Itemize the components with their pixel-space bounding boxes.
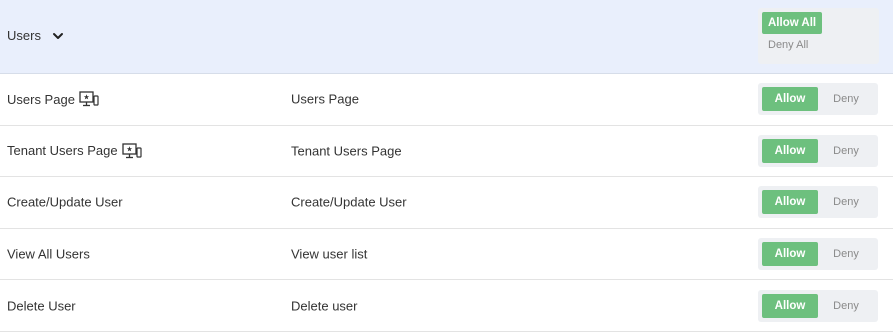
permission-toggle: Allow Deny bbox=[758, 83, 878, 116]
group-title: Users bbox=[7, 28, 41, 43]
deny-button[interactable]: Deny bbox=[818, 242, 874, 266]
allow-button[interactable]: Allow bbox=[762, 293, 818, 318]
allow-button[interactable]: Allow bbox=[762, 190, 818, 215]
permission-toggle: Allow Deny bbox=[758, 238, 878, 271]
permission-row: Tenant Users Page Tenant Users Page Allo… bbox=[0, 126, 893, 178]
group-toggle-collapse[interactable]: Users bbox=[7, 28, 65, 43]
page-permission-icon bbox=[79, 91, 99, 107]
permission-name: Delete User bbox=[7, 298, 76, 313]
permission-description: Tenant Users Page bbox=[291, 143, 402, 159]
allow-button[interactable]: Allow bbox=[762, 87, 818, 112]
group-permission-toggle: Allow All Deny All bbox=[758, 8, 879, 64]
permission-row: Create/Update User Create/Update User Al… bbox=[0, 177, 893, 229]
permission-description: Users Page bbox=[291, 91, 359, 107]
permission-name-label: Delete User bbox=[7, 298, 76, 314]
permission-row: View All Users View user list Allow Deny bbox=[0, 229, 893, 281]
permission-name: View All Users bbox=[7, 247, 90, 262]
permission-row: Delete User Delete user Allow Deny bbox=[0, 280, 893, 332]
permission-name: Users Page bbox=[7, 91, 99, 107]
group-header-users: Users Allow All Deny All bbox=[0, 0, 893, 74]
page-permission-icon bbox=[121, 143, 142, 159]
permission-toggle: Allow Deny bbox=[758, 134, 878, 167]
chevron-down-icon bbox=[52, 32, 63, 39]
deny-all-button[interactable]: Deny All bbox=[768, 39, 875, 51]
permission-name-label: Users Page bbox=[7, 91, 75, 107]
permission-description: Create/Update User bbox=[291, 194, 407, 210]
permission-name: Tenant Users Page bbox=[7, 143, 142, 159]
permission-description: Delete user bbox=[291, 298, 358, 314]
permission-toggle: Allow Deny bbox=[758, 186, 878, 219]
deny-button[interactable]: Deny bbox=[818, 190, 874, 214]
permission-description: View user list bbox=[291, 246, 368, 262]
deny-button[interactable]: Deny bbox=[818, 139, 874, 163]
allow-button[interactable]: Allow bbox=[762, 242, 818, 267]
permission-name: Create/Update User bbox=[7, 195, 123, 210]
permission-row: Users Page Users Page Allow Deny bbox=[0, 74, 893, 126]
allow-all-button[interactable]: Allow All bbox=[762, 12, 823, 34]
permission-name-label: Tenant Users Page bbox=[7, 143, 118, 159]
allow-button[interactable]: Allow bbox=[762, 138, 818, 163]
permission-toggle: Allow Deny bbox=[758, 289, 878, 322]
deny-button[interactable]: Deny bbox=[818, 294, 874, 318]
deny-button[interactable]: Deny bbox=[818, 87, 874, 111]
permissions-table: Users Allow All Deny All Users Page User… bbox=[0, 0, 893, 332]
permission-name-label: View All Users bbox=[7, 246, 90, 262]
permission-name-label: Create/Update User bbox=[7, 194, 123, 210]
